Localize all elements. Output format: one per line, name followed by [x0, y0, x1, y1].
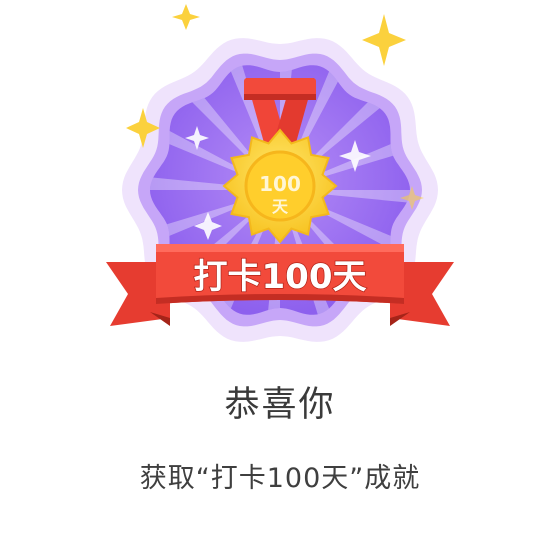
congrats-title: 恭喜你: [224, 385, 336, 425]
badge-illustration: 100 天 打卡100天: [106, 4, 454, 342]
ribbon-text: 打卡100天: [194, 257, 367, 297]
sparkle-icon: [172, 4, 200, 30]
medal-unit: 天: [272, 197, 289, 216]
sparkle-icon: [362, 14, 406, 66]
achievement-badge: 100 天 打卡100天: [0, 0, 560, 350]
medal-number: 100: [259, 172, 301, 196]
achievement-subtitle: 获取“打卡100天”成就: [139, 463, 421, 494]
